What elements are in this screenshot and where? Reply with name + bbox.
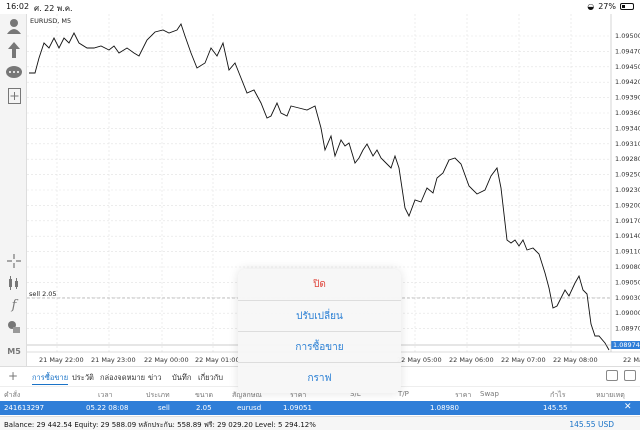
- trade-context-menu: ปิด ปรับเปลี่ยน การซื้อขาย กราฟ: [238, 269, 401, 393]
- crosshair-icon[interactable]: [6, 254, 22, 270]
- close-position-icon[interactable]: ✕: [624, 402, 632, 412]
- menu-chart[interactable]: กราฟ: [238, 362, 401, 393]
- total-profit-value: 145.55: [569, 420, 596, 429]
- chat-icon[interactable]: [6, 66, 22, 82]
- y-tick-label: 1.08970: [615, 325, 640, 333]
- col-swap: Swap: [480, 390, 499, 398]
- battery-icon: [620, 3, 634, 10]
- x-tick-label: 22 May 05:00: [397, 356, 442, 364]
- menu-modify-position[interactable]: ปรับเปลี่ยน: [238, 300, 401, 331]
- balance-bar: Balance: 29 442.54 Equity: 29 588.09 หลั…: [0, 416, 640, 430]
- y-tick-label: 1.09420: [615, 78, 640, 86]
- trade-icon[interactable]: [6, 42, 22, 58]
- sell-level-label: sell 2.05: [29, 290, 57, 298]
- x-tick-label: 21 May 22:00: [39, 356, 84, 364]
- layout-icon[interactable]: [624, 370, 636, 381]
- y-tick-label: 1.09360: [615, 109, 640, 117]
- add-icon[interactable]: +: [8, 369, 18, 383]
- col-profit: กำไร: [550, 391, 566, 399]
- y-tick-label: 1.09390: [615, 94, 640, 102]
- trade-volume: 2.05: [196, 404, 212, 412]
- status-bar: 16:02 ศ. 22 พ.ค. ◒ 27%: [0, 0, 640, 14]
- trade-time: 05.22 08:08: [86, 404, 129, 412]
- wifi-icon: ◒: [587, 2, 595, 11]
- trade-current-price: 1.08980: [430, 404, 459, 412]
- col-order: คำสั่ง: [4, 391, 21, 399]
- y-tick-label: 1.09110: [615, 248, 640, 256]
- y-tick-label: 1.09140: [615, 232, 640, 240]
- timeframe-icon[interactable]: M5: [6, 344, 22, 360]
- new-document-icon[interactable]: [6, 88, 22, 104]
- menu-trade[interactable]: การซื้อขาย: [238, 331, 401, 362]
- y-axis: 1.09500 1.09470 1.09450 1.09420 1.09390 1.093…: [615, 32, 640, 333]
- total-profit: 145.55 USD: [569, 420, 614, 429]
- col-time: เวลา: [98, 391, 113, 399]
- trade-open-price: 1.09051: [283, 404, 312, 412]
- tab-mailbox[interactable]: กล่องจดหมาย: [100, 372, 145, 384]
- status-time: 16:02: [6, 2, 30, 11]
- x-tick-label: 22 May 09:00: [623, 356, 640, 364]
- current-price-tag-text: 1.08974: [613, 341, 640, 349]
- col-volume: ขนาด: [195, 391, 214, 399]
- battery-percent: 27%: [598, 2, 616, 11]
- chart-symbol-label: EURUSD, M5: [30, 17, 71, 25]
- x-tick-label: 22 May 01:00: [195, 356, 240, 364]
- x-tick-label: 21 May 23:00: [91, 356, 136, 364]
- menu-close-position[interactable]: ปิด: [238, 269, 401, 300]
- y-tick-label: 1.09000: [615, 309, 640, 317]
- x-tick-label: 22 May 06:00: [449, 356, 494, 364]
- y-tick-label: 1.09450: [615, 63, 640, 71]
- y-tick-label: 1.09200: [615, 201, 640, 209]
- y-tick-label: 1.09030: [615, 294, 640, 302]
- col-price: ราคา: [455, 391, 472, 399]
- account-icon[interactable]: [6, 18, 22, 34]
- tab-journal[interactable]: บันทึก: [172, 372, 191, 384]
- col-comment: หมายเหตุ: [596, 391, 625, 399]
- tab-history[interactable]: ประวัติ: [72, 372, 94, 384]
- tab-about[interactable]: เกี่ยวกับ: [198, 372, 223, 384]
- y-tick-label: 1.09080: [615, 263, 640, 271]
- x-tick-label: 22 May 08:00: [553, 356, 598, 364]
- status-right: ◒ 27%: [587, 2, 634, 11]
- window-icon[interactable]: [606, 370, 618, 381]
- y-tick-label: 1.09250: [615, 171, 640, 179]
- objects-icon[interactable]: [6, 320, 22, 336]
- trade-profit: 145.55: [543, 404, 568, 412]
- left-toolbar: f M5: [0, 14, 27, 366]
- trade-type: sell: [158, 404, 170, 412]
- x-tick-label: 22 May 00:00: [144, 356, 189, 364]
- y-tick-label: 1.09500: [615, 32, 640, 40]
- trade-symbol: eurusd: [237, 404, 262, 412]
- total-profit-currency: USD: [597, 420, 614, 429]
- y-tick-label: 1.09310: [615, 140, 640, 148]
- tab-news[interactable]: ข่าว: [148, 372, 162, 384]
- balance-summary: Balance: 29 442.54 Equity: 29 588.09 หลั…: [4, 421, 316, 429]
- y-tick-label: 1.09280: [615, 155, 640, 163]
- y-tick-label: 1.09340: [615, 124, 640, 132]
- y-tick-label: 1.09170: [615, 217, 640, 225]
- chart-type-icon[interactable]: [6, 276, 22, 292]
- tab-trade[interactable]: การซื้อขาย: [32, 372, 69, 385]
- y-tick-label: 1.09050: [615, 278, 640, 286]
- y-tick-label: 1.09470: [615, 47, 640, 55]
- trade-row[interactable]: 241613297 05.22 08:08 sell 2.05 eurusd 1…: [0, 401, 640, 415]
- indicators-icon[interactable]: f: [6, 298, 22, 314]
- x-tick-label: 22 May 07:00: [501, 356, 546, 364]
- col-type: ประเภท: [146, 391, 170, 399]
- y-tick-label: 1.09230: [615, 186, 640, 194]
- trade-order: 241613297: [4, 404, 45, 412]
